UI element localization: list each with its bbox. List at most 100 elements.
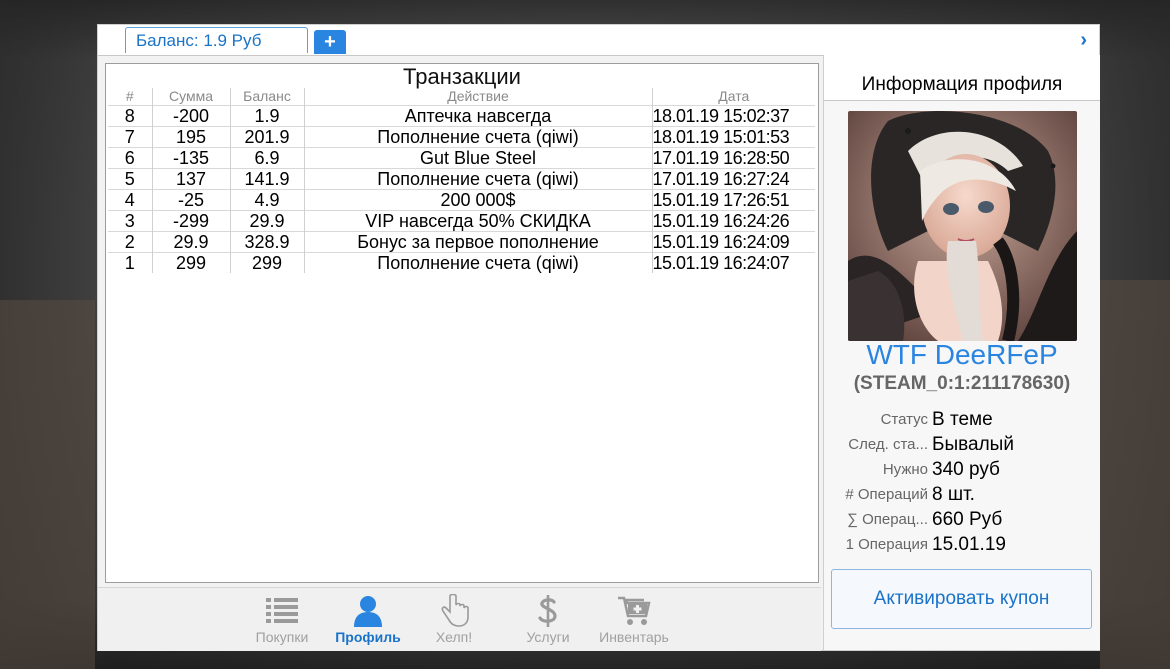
- list-icon: [266, 598, 298, 623]
- cell-balance: 4.9: [229, 189, 304, 211]
- donate-window: Баланс: 1.9 Руб + › Транзакции # Сумма Б…: [97, 24, 1100, 651]
- cell-amount: 137: [151, 168, 230, 190]
- stat-row-operations-sum: ∑ Операц... 660 Руб: [824, 507, 1100, 532]
- cell-amount: -299: [151, 210, 230, 232]
- stat-label: Статус: [880, 411, 928, 428]
- stat-row-next-status: След. ста... Бывалый: [824, 432, 1100, 457]
- column-header-balance[interactable]: Баланс: [229, 88, 304, 106]
- tab-strip: Баланс: 1.9 Руб + ›: [98, 25, 1099, 56]
- stat-value: 15.01.19: [932, 534, 1006, 555]
- cell-action: Пополнение счета (qiwi): [303, 252, 652, 273]
- cell-date: 17.01.19 16:28:50: [651, 147, 815, 169]
- stat-label: # Операций: [845, 486, 928, 503]
- stat-row-required: Нужно 340 руб: [824, 457, 1100, 482]
- cell-date: 18.01.19 15:01:53: [651, 126, 815, 148]
- cell-number: 6: [108, 147, 152, 169]
- add-tab-button[interactable]: +: [314, 30, 346, 54]
- cell-number: 1: [108, 252, 152, 273]
- cell-balance: 29.9: [229, 210, 304, 232]
- cell-balance: 201.9: [229, 126, 304, 148]
- cell-amount: -25: [151, 189, 230, 211]
- cell-balance: 1.9: [229, 105, 304, 127]
- stat-label: ∑ Операц...: [847, 511, 928, 528]
- transactions-table: # Сумма Баланс Действие Дата 8 -200 1.9 Апт…: [108, 88, 815, 273]
- nav-help-label: Хелп!: [435, 629, 473, 645]
- cell-action: Пополнение счета (qiwi): [303, 126, 652, 148]
- cell-date: 15.01.19 17:26:51: [651, 189, 815, 211]
- cell-amount: -135: [151, 147, 230, 169]
- nav-inventory-label: Инвентарь: [599, 629, 669, 645]
- cell-date: 15.01.19 16:24:09: [651, 231, 815, 253]
- profile-stats: Статус В теме След. ста... Бывалый Нужно…: [824, 407, 1100, 557]
- column-header-date[interactable]: Дата: [651, 88, 815, 106]
- background-wall-right: [1100, 280, 1170, 669]
- avatar-image: [848, 111, 1077, 341]
- profile-title: Информация профиля: [824, 55, 1100, 101]
- stat-row-status: Статус В теме: [824, 407, 1100, 432]
- bottom-nav-bar: Покупки Профиль Хелп! Услуги Инвентарь: [98, 587, 821, 651]
- cell-balance: 141.9: [229, 168, 304, 190]
- cell-date: 18.01.19 15:02:37: [651, 105, 815, 127]
- table-row[interactable]: 5 137 141.9 Пополнение счета (qiwi) 17.01.19…: [108, 168, 815, 190]
- cell-balance: 6.9: [229, 147, 304, 169]
- cell-number: 7: [108, 126, 152, 148]
- stat-value: 340 руб: [932, 459, 1000, 480]
- close-icon[interactable]: ›: [1080, 29, 1087, 51]
- nav-services[interactable]: Услуги: [509, 594, 587, 650]
- column-header-amount[interactable]: Сумма: [151, 88, 230, 106]
- cell-action: VIP навсегда 50% СКИДКА: [303, 210, 652, 232]
- stat-value: Бывалый: [932, 434, 1014, 455]
- user-icon: [354, 596, 382, 627]
- nav-profile-label: Профиль: [335, 629, 401, 645]
- background-wall-left: [0, 300, 95, 669]
- table-header-row: # Сумма Баланс Действие Дата: [108, 88, 815, 106]
- cell-action: Аптечка навсегда: [303, 105, 652, 127]
- table-row[interactable]: 8 -200 1.9 Аптечка навсегда 18.01.19 15:02:3…: [108, 105, 815, 127]
- cell-number: 5: [108, 168, 152, 190]
- avatar: [848, 111, 1077, 341]
- stat-value: 660 Руб: [932, 509, 1003, 530]
- stat-value: В теме: [932, 409, 993, 430]
- cell-date: 15.01.19 16:24:07: [651, 252, 815, 273]
- stat-label: 1 Операция: [845, 536, 928, 553]
- cell-balance: 299: [229, 252, 304, 273]
- nav-services-label: Услуги: [526, 629, 570, 645]
- cell-date: 17.01.19 16:27:24: [651, 168, 815, 190]
- cell-date: 15.01.19 16:24:26: [651, 210, 815, 232]
- profile-username: WTF DeeRFeP: [866, 339, 1058, 370]
- cell-action: Gut Blue Steel: [303, 147, 652, 169]
- activate-coupon-button[interactable]: Активировать купон: [831, 569, 1092, 629]
- nav-help[interactable]: Хелп!: [415, 594, 493, 650]
- cell-amount: 195: [151, 126, 230, 148]
- table-row[interactable]: 7 195 201.9 Пополнение счета (qiwi) 18.01.19…: [108, 126, 815, 148]
- cart-plus-icon: [618, 596, 651, 625]
- nav-purchases[interactable]: Покупки: [243, 594, 321, 650]
- cell-balance: 328.9: [229, 231, 304, 253]
- nav-profile[interactable]: Профиль: [329, 594, 407, 650]
- table-row[interactable]: 3 -299 29.9 VIP навсегда 50% СКИДКА 15.01.19…: [108, 210, 815, 232]
- tab-balance[interactable]: Баланс: 1.9 Руб: [125, 27, 308, 53]
- table-row[interactable]: 2 29.9 328.9 Бонус за первое пополнение 15.0…: [108, 231, 815, 253]
- nav-purchases-label: Покупки: [255, 629, 309, 645]
- column-header-action[interactable]: Действие: [303, 88, 652, 106]
- stat-row-operations-count: # Операций 8 шт.: [824, 482, 1100, 507]
- stat-value: 8 шт.: [932, 484, 975, 505]
- cell-action: Пополнение счета (qiwi): [303, 168, 652, 190]
- cell-number: 2: [108, 231, 152, 253]
- stat-label: След. ста...: [848, 436, 928, 453]
- stat-label: Нужно: [882, 461, 928, 478]
- cell-amount: 299: [151, 252, 230, 273]
- table-row[interactable]: 4 -25 4.9 200 000$ 15.01.19 17:26:51: [108, 189, 815, 211]
- table-row[interactable]: 6 -135 6.9 Gut Blue Steel 17.01.19 16:28:50: [108, 147, 815, 169]
- table-row[interactable]: 1 299 299 Пополнение счета (qiwi) 15.01.19 1…: [108, 252, 815, 273]
- cell-number: 3: [108, 210, 152, 232]
- stat-row-first-operation: 1 Операция 15.01.19: [824, 532, 1100, 557]
- cell-action: 200 000$: [303, 189, 652, 211]
- cell-action: Бонус за первое пополнение: [303, 231, 652, 253]
- cell-number: 8: [108, 105, 152, 127]
- transactions-panel: Транзакции # Сумма Баланс Действие Дата …: [105, 63, 819, 583]
- column-header-number[interactable]: #: [108, 88, 152, 106]
- cell-number: 4: [108, 189, 152, 211]
- dollar-icon: [538, 595, 557, 627]
- nav-inventory[interactable]: Инвентарь: [595, 594, 673, 650]
